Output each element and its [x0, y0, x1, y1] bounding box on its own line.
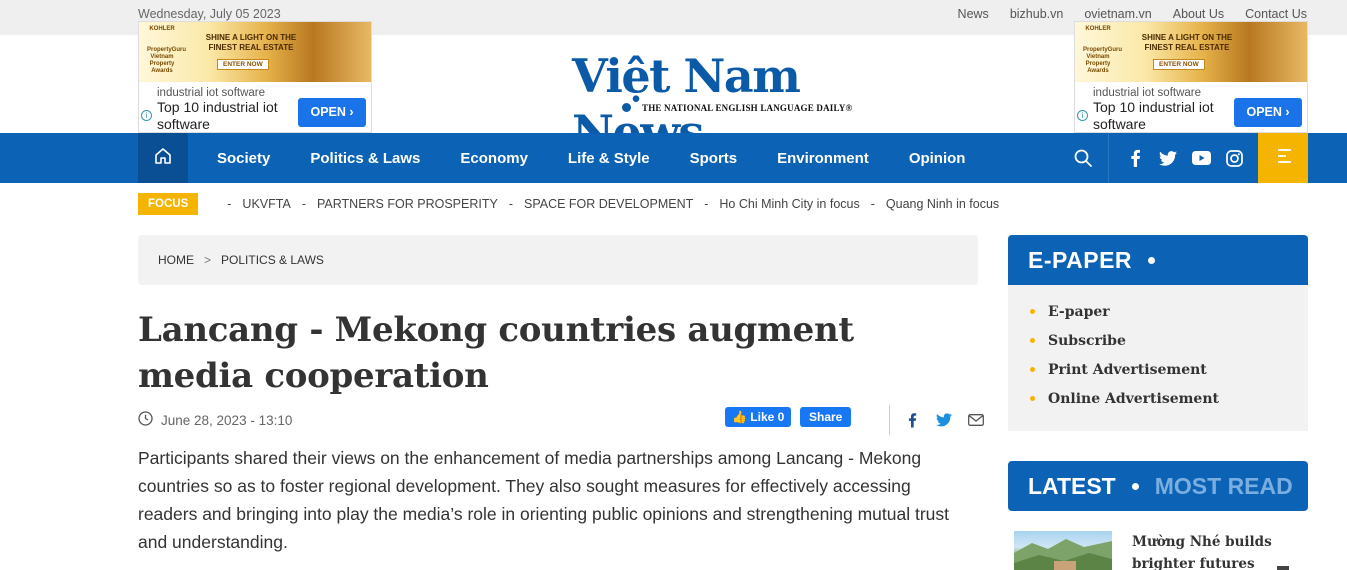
nav-menu: Society Politics & Laws Economy Life & S… — [217, 133, 965, 183]
ad-brand-logo: KOHLER PropertyGuru Vietnam Property Awa… — [1083, 26, 1123, 74]
ad-headline: SHINE A LIGHT ON THE FINEST REAL ESTATE — [1141, 33, 1233, 52]
nav-item-society[interactable]: Society — [217, 150, 270, 167]
breadcrumb-separator: > — [204, 253, 212, 267]
top-link-contact-us[interactable]: Contact Us — [1245, 7, 1307, 21]
ad-info-icon[interactable]: i — [141, 110, 152, 121]
ad-big-text: Top 10 industrial iot software — [1093, 99, 1214, 132]
top-link-news[interactable]: News — [958, 7, 989, 21]
logo-dot — [622, 103, 631, 112]
facebook-share-button[interactable]: Share — [800, 407, 852, 427]
share-email-icon[interactable] — [967, 411, 985, 429]
nav-item-environment[interactable]: Environment — [777, 150, 869, 167]
ad-banner-image[interactable]: KOHLER PropertyGuru Vietnam Property Awa… — [139, 22, 371, 82]
site-logo[interactable]: Việt Nam News THE NATIONAL ENGLISH LANGU… — [572, 48, 877, 159]
focus-item-ukvfta[interactable]: UKVFTA — [242, 197, 290, 211]
top-link-bizhub[interactable]: bizhub.vn — [1010, 7, 1064, 21]
facebook-like-button[interactable]: 👍 Like 0 — [725, 407, 792, 427]
article-datetime: June 28, 2023 - 13:10 — [161, 412, 293, 428]
ad-brand-logo: KOHLER PropertyGuru Vietnam Property Awa… — [147, 26, 187, 74]
news-item-title[interactable]: Mường Nhé builds brighter futures — [1132, 531, 1312, 570]
nav-item-life-style[interactable]: Life & Style — [568, 150, 650, 167]
epaper-item[interactable]: Online Advertisement — [1030, 384, 1308, 413]
focus-item-space-for-development[interactable]: SPACE FOR DEVELOPMENT — [524, 197, 693, 211]
news-thumbnail[interactable] — [1014, 531, 1112, 570]
ad-small-text: industrial iot software — [157, 87, 266, 99]
thumbs-up-icon: 👍 — [732, 410, 747, 424]
home-button[interactable] — [138, 133, 188, 183]
share-twitter-icon[interactable] — [935, 411, 953, 429]
top-links: News bizhub.vn ovietnam.vn About Us Cont… — [958, 7, 1307, 21]
facebook-icon[interactable] — [1125, 148, 1145, 168]
twitter-icon[interactable] — [1158, 148, 1178, 168]
ad-text: industrial iot software Top 10 industria… — [1093, 87, 1233, 132]
epaper-box: E-PAPER E-paper Subscribe Print Advertis… — [1008, 235, 1308, 431]
breadcrumb: HOME > POLITICS & LAWS — [138, 235, 978, 285]
focus-bar: FOCUS - UKVFTA - PARTNERS FOR PROSPERITY… — [138, 193, 999, 215]
ad-headline: SHINE A LIGHT ON THE FINEST REAL ESTATE — [205, 33, 297, 52]
focus-item-hcmc-in-focus[interactable]: Ho Chi Minh City in focus — [719, 197, 859, 211]
focus-item-partners-for-prosperity[interactable]: PARTNERS FOR PROSPERITY — [317, 197, 498, 211]
focus-label: FOCUS — [138, 193, 199, 215]
top-link-ovietnam[interactable]: ovietnam.vn — [1084, 7, 1151, 21]
nav-item-politics-laws[interactable]: Politics & Laws — [310, 150, 420, 167]
menu-button[interactable] — [1258, 133, 1308, 183]
scroll-to-top-button[interactable] — [1277, 566, 1289, 570]
social-links — [1125, 148, 1244, 168]
ad-banner-image[interactable]: KOHLER PropertyGuru Vietnam Property Awa… — [1075, 22, 1307, 82]
current-date: Wednesday, July 05 2023 — [138, 7, 281, 21]
breadcrumb-home[interactable]: HOME — [158, 253, 194, 267]
menu-icon — [1274, 148, 1292, 169]
focus-items: - UKVFTA - PARTNERS FOR PROSPERITY - SPA… — [227, 197, 1000, 211]
advertisement-left[interactable]: KOHLER PropertyGuru Vietnam Property Awa… — [138, 21, 372, 133]
epaper-item[interactable]: Print Advertisement — [1030, 355, 1308, 384]
ad-enter-now-button[interactable]: ENTER NOW — [1153, 59, 1205, 70]
nav-item-economy[interactable]: Economy — [460, 150, 528, 167]
clock-icon — [138, 411, 153, 429]
meta-divider — [889, 405, 890, 435]
nav-item-sports[interactable]: Sports — [690, 150, 738, 167]
epaper-item[interactable]: E-paper — [1030, 297, 1308, 326]
epaper-header: E-PAPER — [1008, 235, 1308, 285]
instagram-icon[interactable] — [1224, 148, 1244, 168]
article-meta: June 28, 2023 - 13:10 — [138, 411, 292, 429]
ad-open-button[interactable]: OPEN › — [298, 98, 366, 127]
ad-open-button[interactable]: OPEN › — [1234, 98, 1302, 127]
ad-small-text: industrial iot software — [1093, 87, 1202, 99]
logo-tagline: THE NATIONAL ENGLISH LANGUAGE DAILY® — [642, 103, 853, 113]
epaper-item[interactable]: Subscribe — [1030, 326, 1308, 355]
tab-dot — [1131, 482, 1139, 490]
youtube-icon[interactable] — [1191, 148, 1211, 168]
search-icon[interactable] — [1073, 148, 1093, 168]
breadcrumb-current[interactable]: POLITICS & LAWS — [221, 253, 324, 267]
focus-item-quang-ninh-in-focus[interactable]: Quang Ninh in focus — [886, 197, 999, 211]
ad-big-text: Top 10 industrial iot software — [157, 99, 278, 132]
share-facebook-icon[interactable] — [903, 411, 921, 429]
nav-item-opinion[interactable]: Opinion — [909, 150, 966, 167]
home-icon — [153, 146, 173, 171]
ad-enter-now-button[interactable]: ENTER NOW — [217, 59, 269, 70]
ad-info-icon[interactable]: i — [1077, 110, 1088, 121]
share-icons — [903, 411, 985, 429]
epaper-title: E-PAPER — [1028, 246, 1133, 273]
article-title: Lancang - Mekong countries augment media… — [138, 310, 854, 396]
article-lead: Participants shared their views on the e… — [138, 448, 950, 552]
title-dot — [1148, 256, 1156, 264]
main-navigation: Society Politics & Laws Economy Life & S… — [0, 133, 1347, 183]
nav-divider — [1108, 133, 1109, 183]
latest-tabs: LATEST MOST READ — [1008, 461, 1308, 511]
top-link-about-us[interactable]: About Us — [1173, 7, 1224, 21]
epaper-list: E-paper Subscribe Print Advertisement On… — [1008, 285, 1308, 413]
tab-latest[interactable]: LATEST — [1028, 473, 1116, 500]
ad-text: industrial iot software Top 10 industria… — [157, 87, 297, 132]
advertisement-right[interactable]: KOHLER PropertyGuru Vietnam Property Awa… — [1074, 21, 1308, 133]
tab-most-read[interactable]: MOST READ — [1155, 473, 1293, 500]
